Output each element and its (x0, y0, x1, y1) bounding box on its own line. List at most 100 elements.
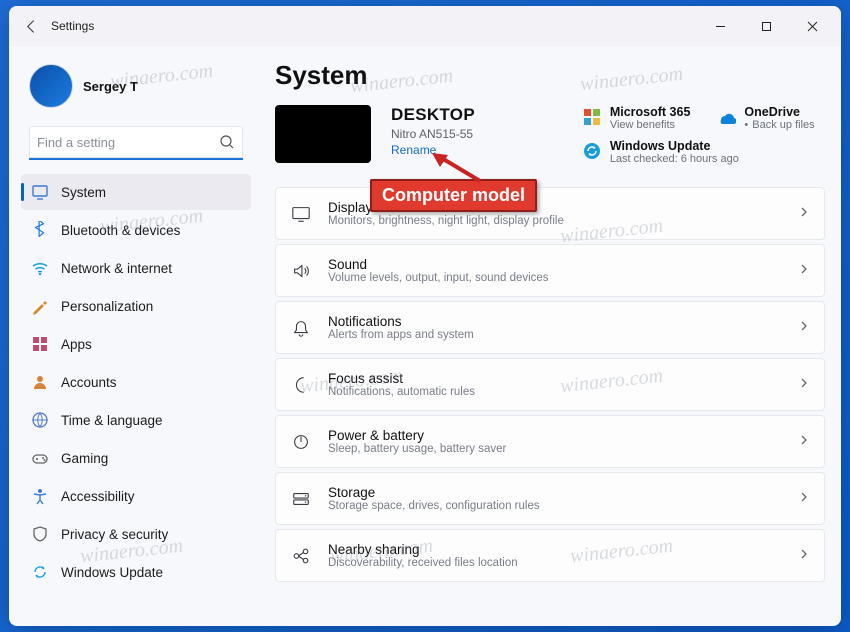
onedrive-icon (716, 107, 736, 127)
search-input[interactable] (29, 126, 243, 160)
close-icon (807, 21, 818, 32)
sidebar-item-system[interactable]: System (21, 174, 251, 210)
shield-icon (31, 525, 49, 543)
card-sub: Volume levels, output, input, sound devi… (328, 272, 549, 284)
chevron-right-icon (798, 319, 810, 337)
person-icon (31, 373, 49, 391)
moon-icon (290, 374, 312, 396)
device-info: DESKTOP Nitro AN515-55 Rename (391, 105, 475, 157)
card-title: Nearby sharing (328, 542, 518, 557)
card-body: NotificationsAlerts from apps and system (328, 314, 474, 341)
card-power[interactable]: Power & batterySleep, battery usage, bat… (275, 415, 825, 468)
card-sub: Storage space, drives, configuration rul… (328, 500, 540, 512)
tile-sub: Last checked: 6 hours ago (610, 153, 739, 165)
gamepad-icon (31, 449, 49, 467)
nav: System Bluetooth & devices Network & inter… (21, 174, 251, 590)
tile-onedrive[interactable]: OneDrive •Back up files (716, 105, 825, 131)
sidebar: Sergey T System Bluetooth & devices Networ… (9, 46, 257, 626)
sidebar-item-label: Apps (61, 337, 92, 352)
monitor-icon (31, 183, 49, 201)
sidebar-item-label: Gaming (61, 451, 108, 466)
storage-icon (290, 488, 312, 510)
tile-title: Windows Update (610, 139, 739, 153)
card-notifications[interactable]: NotificationsAlerts from apps and system (275, 301, 825, 354)
card-body: StorageStorage space, drives, configurat… (328, 485, 540, 512)
tile-sub: •Back up files (744, 119, 814, 131)
wifi-icon (31, 259, 49, 277)
search-wrap (29, 126, 243, 160)
card-title: Focus assist (328, 371, 475, 386)
card-body: SoundVolume levels, output, input, sound… (328, 257, 549, 284)
chevron-right-icon (798, 490, 810, 508)
page-title: System (275, 60, 835, 91)
sidebar-item-label: Accounts (61, 375, 117, 390)
sidebar-item-label: Accessibility (61, 489, 135, 504)
chevron-right-icon (798, 205, 810, 223)
card-storage[interactable]: StorageStorage space, drives, configurat… (275, 472, 825, 525)
card-sub: Discoverability, received files location (328, 557, 518, 569)
tile-sub: View benefits (610, 119, 691, 131)
card-focus[interactable]: Focus assistNotifications, automatic rul… (275, 358, 825, 411)
sidebar-item-bluetooth[interactable]: Bluetooth & devices (21, 212, 251, 248)
sidebar-item-accessibility[interactable]: Accessibility (21, 478, 251, 514)
maximize-icon (761, 21, 772, 32)
annotation-label: Computer model (370, 179, 537, 212)
tile-windows-update[interactable]: Windows Update Last checked: 6 hours ago (582, 139, 825, 165)
card-sub: Alerts from apps and system (328, 329, 474, 341)
tile-title: OneDrive (744, 105, 814, 119)
sync-icon (31, 563, 49, 581)
user-profile[interactable]: Sergey T (21, 54, 251, 120)
sidebar-item-network[interactable]: Network & internet (21, 250, 251, 286)
accessibility-icon (31, 487, 49, 505)
sidebar-item-gaming[interactable]: Gaming (21, 440, 251, 476)
sound-icon (290, 260, 312, 282)
main: System DESKTOP Nitro AN515-55 Rename Mic… (257, 46, 841, 626)
card-sub: Notifications, automatic rules (328, 386, 475, 398)
card-sub: Monitors, brightness, night light, displ… (328, 215, 564, 227)
grid-icon (31, 335, 49, 353)
sidebar-item-apps[interactable]: Apps (21, 326, 251, 362)
minimize-icon (715, 21, 726, 32)
display-icon (290, 203, 312, 225)
chevron-right-icon (798, 547, 810, 565)
sidebar-item-update[interactable]: Windows Update (21, 554, 251, 590)
card-body: Nearby sharingDiscoverability, received … (328, 542, 518, 569)
minimize-button[interactable] (697, 10, 743, 42)
tile-title: Microsoft 365 (610, 105, 691, 119)
titlebar: Settings (9, 6, 841, 46)
main-scroll[interactable]: DESKTOP Nitro AN515-55 Rename Microsoft … (275, 105, 835, 626)
maximize-button[interactable] (743, 10, 789, 42)
sidebar-item-privacy[interactable]: Privacy & security (21, 516, 251, 552)
window-title: Settings (51, 19, 94, 33)
chevron-right-icon (798, 433, 810, 451)
search-icon (219, 134, 235, 150)
card-title: Power & battery (328, 428, 506, 443)
tile-microsoft365[interactable]: Microsoft 365 View benefits (582, 105, 691, 131)
back-button[interactable] (15, 10, 47, 42)
card-body: Power & batterySleep, battery usage, bat… (328, 428, 506, 455)
chevron-right-icon (798, 376, 810, 394)
card-title: Storage (328, 485, 540, 500)
settings-window: Settings Sergey T SystemBluetooth & devi (9, 6, 841, 626)
device-hero: DESKTOP Nitro AN515-55 Rename Microsoft … (275, 105, 825, 165)
card-nearby[interactable]: Nearby sharingDiscoverability, received … (275, 529, 825, 582)
user-name: Sergey T (83, 79, 138, 94)
card-sound[interactable]: SoundVolume levels, output, input, sound… (275, 244, 825, 297)
sidebar-item-label: Privacy & security (61, 527, 168, 542)
sidebar-item-personalization[interactable]: Personalization (21, 288, 251, 324)
globe-icon (31, 411, 49, 429)
quick-tiles: Microsoft 365 View benefits OneDrive •Ba… (582, 105, 825, 165)
sidebar-item-accounts[interactable]: Accounts (21, 364, 251, 400)
sidebar-item-label: Windows Update (61, 565, 163, 580)
sidebar-item-time[interactable]: Time & language (21, 402, 251, 438)
sidebar-item-label: Bluetooth & devices (61, 223, 180, 238)
close-button[interactable] (789, 10, 835, 42)
arrow-left-icon (24, 19, 39, 34)
card-display[interactable]: DisplayMonitors, brightness, night light… (275, 187, 825, 240)
card-title: Sound (328, 257, 549, 272)
card-sub: Sleep, battery usage, battery saver (328, 443, 506, 455)
device-thumbnail (275, 105, 371, 163)
chevron-right-icon (798, 262, 810, 280)
bell-icon (290, 317, 312, 339)
settings-cards: DisplayMonitors, brightness, night light… (275, 187, 825, 582)
